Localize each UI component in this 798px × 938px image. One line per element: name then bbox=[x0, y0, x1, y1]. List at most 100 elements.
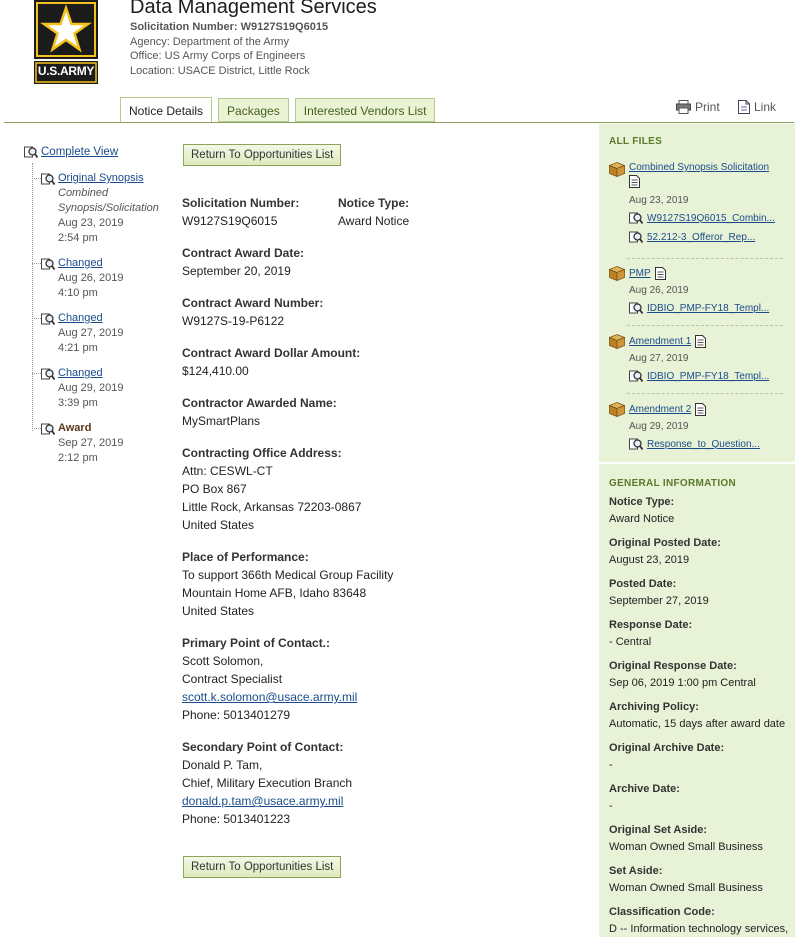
section-divider bbox=[599, 462, 795, 464]
field-value: MySmartPlans bbox=[182, 414, 261, 428]
info-value: Award Notice bbox=[609, 513, 675, 525]
info-label: Classification Code: bbox=[609, 906, 715, 918]
notice-type-text: Combined bbox=[58, 187, 109, 199]
file-separator bbox=[627, 393, 783, 394]
return-to-list-button-top[interactable]: Return To Opportunities List bbox=[183, 144, 342, 166]
logo-text: U.S.ARMY bbox=[37, 64, 95, 78]
info-label: Original Response Date: bbox=[609, 660, 737, 672]
tab-packages[interactable]: Packages bbox=[218, 98, 289, 122]
info-label: Set Aside: bbox=[609, 865, 663, 877]
changed-link[interactable]: Changed bbox=[58, 366, 103, 381]
file-link[interactable]: 52.212-3_Offeror_Rep... bbox=[647, 232, 755, 243]
contact-phone: Phone: 5013401223 bbox=[182, 812, 291, 826]
file-date: Aug 29, 2019 bbox=[629, 421, 689, 432]
package-link[interactable]: Amendment 1 bbox=[629, 336, 691, 347]
info-label: Notice Type: bbox=[609, 496, 675, 508]
info-label: Original Archive Date: bbox=[609, 742, 725, 754]
field-label: Place of Performance: bbox=[182, 550, 309, 564]
package-details-icon[interactable] bbox=[695, 335, 707, 348]
field-label: Secondary Point of Contact: bbox=[182, 740, 344, 754]
file-package-pmp: PMP Aug 26, 2019 IDBIO_PMP-FY18_Templ... bbox=[609, 266, 789, 315]
info-set-aside: Set Aside: Woman Owned Small Business bbox=[609, 863, 793, 897]
view-document-icon bbox=[629, 212, 643, 225]
original-synopsis-link[interactable]: Original Synopsis bbox=[58, 171, 144, 186]
printer-icon bbox=[676, 100, 691, 114]
solicitation-number-field: Solicitation Number: W9127S19Q6015 bbox=[182, 194, 299, 230]
document-link-icon bbox=[738, 100, 750, 114]
solicitation-number: Solicitation Number: W9127S19Q6015 bbox=[130, 21, 329, 33]
address-line: To support 366th Medical Group Facility bbox=[182, 568, 394, 582]
contract-award-amount-field: Contract Award Dollar Amount: $124,410.0… bbox=[182, 344, 360, 380]
package-box-icon bbox=[609, 162, 625, 177]
info-value: - bbox=[609, 800, 613, 812]
contact-name: Scott Solomon, bbox=[182, 654, 264, 668]
file-package-amendment-2: Amendment 2 Aug 29, 2019 Response_to_Que… bbox=[609, 402, 789, 451]
info-value: September 27, 2019 bbox=[609, 595, 709, 607]
notice-type-text: Synopsis/Solicitation bbox=[58, 202, 159, 214]
link-label: Link bbox=[754, 100, 777, 114]
field-label: Contracting Office Address: bbox=[182, 446, 342, 460]
contact-email-link[interactable]: scott.k.solomon@usace.army.mil bbox=[182, 688, 357, 706]
tab-divider bbox=[4, 122, 794, 123]
tree-time: 4:10 pm bbox=[58, 287, 98, 299]
info-value: D -- Information technology services, bbox=[609, 923, 789, 935]
view-document-icon bbox=[629, 231, 643, 244]
file-date: Aug 27, 2019 bbox=[629, 353, 689, 364]
info-label: Original Set Aside: bbox=[609, 824, 708, 836]
field-label: Primary Point of Contact.: bbox=[182, 636, 331, 650]
package-link[interactable]: Combined Synopsis Solicitation bbox=[629, 162, 769, 173]
package-details-icon[interactable] bbox=[629, 175, 640, 188]
package-box-icon bbox=[609, 266, 625, 281]
place-of-performance-field: Place of Performance: To support 366th M… bbox=[182, 548, 393, 620]
file-link[interactable]: Response_to_Question... bbox=[647, 439, 760, 450]
contact-phone: Phone: 5013401279 bbox=[182, 708, 291, 722]
info-value: Woman Owned Small Business bbox=[609, 841, 763, 853]
info-label: Archive Date: bbox=[609, 783, 680, 795]
tree-connector bbox=[32, 163, 33, 431]
file-link[interactable]: W9127S19Q6015_Combin... bbox=[647, 213, 775, 224]
field-value: Award Notice bbox=[338, 214, 410, 228]
tab-notice-details[interactable]: Notice Details bbox=[120, 97, 213, 123]
field-label: Notice Type: bbox=[338, 196, 410, 210]
package-link[interactable]: PMP bbox=[629, 268, 651, 279]
print-button[interactable]: Print bbox=[676, 100, 720, 114]
all-files-heading: ALL FILES bbox=[609, 136, 663, 147]
sidebar: ALL FILES Combined Synopsis Solicitation… bbox=[599, 124, 795, 937]
file-separator bbox=[627, 258, 783, 259]
field-label: Contract Award Date: bbox=[182, 246, 305, 260]
award-current: Award bbox=[58, 422, 92, 434]
tree-item-changed-1: Changed Aug 26, 2019 4:10 pm bbox=[32, 256, 181, 301]
info-original-archive-date: Original Archive Date: - bbox=[609, 740, 793, 774]
field-value: W9127S-19-P6122 bbox=[182, 314, 285, 328]
field-value: W9127S19Q6015 bbox=[182, 214, 278, 228]
location: Location: USACE District, Little Rock bbox=[130, 64, 310, 77]
info-original-set-aside: Original Set Aside: Woman Owned Small Bu… bbox=[609, 822, 793, 856]
changed-link[interactable]: Changed bbox=[58, 311, 103, 326]
us-army-logo: U.S.ARMY bbox=[34, 0, 98, 84]
changed-link[interactable]: Changed bbox=[58, 256, 103, 271]
contract-award-number-field: Contract Award Number: W9127S-19-P6122 bbox=[182, 294, 323, 330]
file-date: Aug 23, 2019 bbox=[629, 195, 689, 206]
view-document-icon bbox=[629, 438, 643, 451]
address-line: United States bbox=[182, 604, 255, 618]
info-label: Response Date: bbox=[609, 619, 693, 631]
return-to-list-button-bottom[interactable]: Return To Opportunities List bbox=[183, 856, 342, 878]
notice-type-field: Notice Type: Award Notice bbox=[338, 194, 409, 230]
contact-email-link[interactable]: donald.p.tam@usace.army.mil bbox=[182, 792, 352, 810]
complete-view-link[interactable]: Complete View bbox=[41, 146, 118, 158]
office: Office: US Army Corps of Engineers bbox=[130, 50, 306, 62]
link-button[interactable]: Link bbox=[738, 100, 776, 114]
file-link[interactable]: IDBIO_PMP-FY18_Templ... bbox=[647, 303, 769, 314]
package-link[interactable]: Amendment 2 bbox=[629, 404, 691, 415]
tree-date: Aug 26, 2019 bbox=[58, 272, 124, 284]
tree-date: Sep 27, 2019 bbox=[58, 437, 124, 449]
info-label: Posted Date: bbox=[609, 578, 677, 590]
package-details-icon[interactable] bbox=[654, 267, 666, 280]
file-date: Aug 26, 2019 bbox=[629, 285, 689, 296]
tree-item-original-synopsis: Original Synopsis Combined Synopsis/Soli… bbox=[32, 171, 181, 246]
tab-interested-vendors[interactable]: Interested Vendors List bbox=[294, 98, 436, 122]
tree-time: 2:12 pm bbox=[58, 452, 98, 464]
file-link[interactable]: IDBIO_PMP-FY18_Templ... bbox=[647, 371, 769, 382]
package-details-icon[interactable] bbox=[695, 403, 707, 416]
tree-item-award: Award Sep 27, 2019 2:12 pm bbox=[32, 421, 181, 466]
